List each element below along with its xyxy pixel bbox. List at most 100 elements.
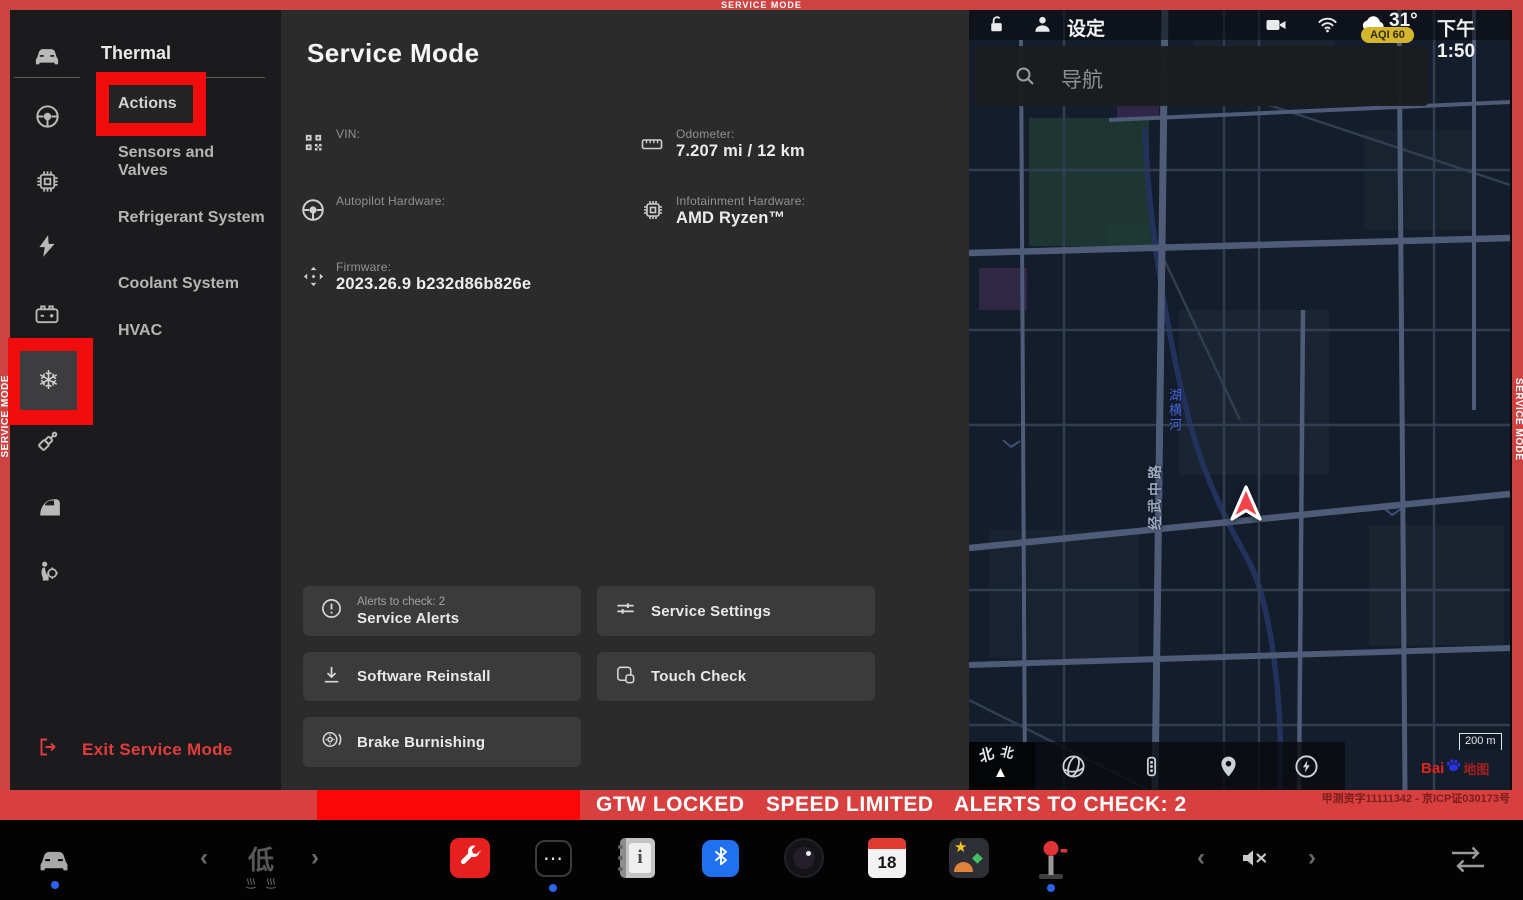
car-door-icon — [34, 493, 61, 525]
diamond-icon: ◆ — [972, 849, 983, 866]
sliders-icon — [614, 597, 637, 625]
alert-bar-highlight — [317, 790, 580, 820]
traffic-light-button[interactable] — [1113, 754, 1191, 779]
charging-stations-button[interactable] — [1268, 753, 1346, 780]
software-reinstall-button[interactable]: Software Reinstall — [303, 652, 581, 701]
page-title: Service Mode — [307, 38, 479, 69]
temperature-setting-low[interactable]: 低 — [248, 840, 274, 877]
wrench-icon — [458, 844, 482, 873]
map-pin-button[interactable] — [1190, 754, 1268, 779]
odometer-value: 7.207 mi / 12 km — [676, 142, 805, 161]
menu-item-sensors-valves[interactable]: Sensors and Valves — [118, 144, 268, 180]
temp-decrease-chevron[interactable]: ‹ — [200, 846, 208, 870]
taskbar-car-button[interactable] — [32, 842, 76, 876]
sidebar-item-high-voltage[interactable] — [10, 233, 84, 264]
volume-muted-button[interactable] — [1238, 844, 1272, 872]
menu-item-coolant-system[interactable]: Coolant System — [118, 275, 268, 293]
actions-highlight-box: Actions — [96, 72, 206, 136]
sidebar-item-thermal[interactable]: ❄ — [20, 351, 77, 410]
touch-check-button[interactable]: Touch Check — [597, 652, 875, 701]
bluetooth-icon — [710, 845, 732, 872]
exit-service-mode-button[interactable]: Exit Service Mode — [36, 735, 233, 764]
sidebar-item-closures[interactable] — [10, 493, 84, 525]
service-mode-screen: SERVICE MODE SERVICE MODE SERVICE MODE — [0, 0, 1523, 900]
compass-widget[interactable]: 北 北 ▲ — [969, 742, 1035, 790]
media-prev-chevron[interactable]: ‹ — [1197, 846, 1205, 870]
brake-burnishing-button[interactable]: Brake Burnishing — [303, 717, 581, 767]
street-label: 经武中路 — [1145, 462, 1165, 530]
autopilot-icon — [300, 197, 326, 228]
service-mode-right-strip: SERVICE MODE — [1512, 10, 1523, 790]
wifi-icon[interactable] — [1316, 13, 1339, 41]
exit-icon — [36, 735, 60, 764]
lightning-icon — [34, 233, 60, 264]
map-attribution: 甲测资字11111342 - 京ICP证030173号 — [1150, 790, 1510, 806]
front-defrost-icon — [244, 876, 258, 890]
baidu-map-text: 地图 — [1463, 759, 1489, 778]
bluetooth-app-button[interactable] — [702, 840, 739, 877]
taskbar: ‹ 低 › ⋯ i — [0, 820, 1523, 900]
map-panel[interactable]: 湖横河 经武中路 设定 31° 下午1:50 AQ — [969, 10, 1510, 790]
service-mode-top-banner: SERVICE MODE — [0, 0, 1523, 10]
alert-icon — [320, 597, 343, 625]
notebook-ring — [618, 867, 623, 871]
sidebar-item-airbag[interactable] — [10, 558, 84, 590]
menu-item-label: Actions — [109, 95, 193, 113]
route-swap-button[interactable] — [1445, 844, 1491, 876]
infotainment-icon — [641, 198, 665, 227]
calendar-day: 18 — [868, 849, 906, 876]
map-roads — [969, 10, 1510, 790]
rear-defrost-icon — [264, 876, 278, 890]
joystick-icon — [1033, 836, 1069, 882]
camera-lens-icon — [793, 847, 815, 869]
baidu-paw-icon — [1445, 757, 1462, 779]
settings-label[interactable]: 设定 — [1067, 14, 1105, 41]
map-status-bar: 设定 31° 下午1:50 — [969, 10, 1510, 40]
clock-time: 下午1:50 — [1437, 14, 1510, 63]
battery-icon — [33, 300, 61, 333]
service-settings-button[interactable]: Service Settings — [597, 586, 875, 636]
chip-icon — [34, 168, 61, 200]
calendar-app-button[interactable]: 18 — [868, 838, 906, 878]
manual-app-button[interactable]: i — [620, 838, 655, 878]
launcher-active-dot — [549, 884, 557, 892]
menu-item-hvac[interactable]: HVAC — [118, 322, 268, 340]
vin-label: VIN: — [336, 127, 360, 141]
arcade-app-button[interactable] — [1033, 836, 1069, 882]
service-app-button[interactable] — [450, 838, 490, 878]
sidebar-item-infotainment[interactable] — [10, 168, 84, 200]
notebook-ring — [618, 856, 623, 860]
media-next-chevron[interactable]: › — [1308, 846, 1316, 870]
firmware-value: 2023.26.9 b232d86b826e — [336, 275, 531, 294]
swap-arrows-icon — [1445, 844, 1491, 876]
gtw-locked-status: GTW LOCKED — [596, 793, 744, 817]
menu-item-refrigerant-system[interactable]: Refrigerant System — [118, 209, 268, 227]
driver-profile-icon[interactable] — [1031, 13, 1054, 41]
service-alerts-button[interactable]: Alerts to check: 2 Service Alerts — [303, 586, 581, 636]
river-label: 湖横河 — [1165, 388, 1184, 433]
touch-icon — [614, 663, 637, 691]
sidebar-item-vehicle[interactable] — [10, 41, 84, 74]
service-alerts-sublabel: Alerts to check: 2 — [357, 596, 459, 608]
shock-absorber-icon — [34, 428, 61, 460]
brake-disc-icon — [320, 728, 343, 756]
map-scale: 200 m — [1459, 733, 1502, 750]
lock-icon[interactable] — [985, 13, 1008, 41]
airbag-icon — [34, 558, 61, 590]
compass-north-label-2: 北 — [999, 741, 1016, 763]
download-icon — [320, 663, 343, 691]
theater-app-button[interactable]: ★ ◆ — [949, 838, 989, 878]
sidebar-item-battery[interactable] — [10, 300, 84, 333]
map-globe-button[interactable] — [1035, 753, 1113, 780]
sidebar-item-autopilot[interactable] — [10, 103, 84, 135]
menu-item-actions[interactable]: Actions — [109, 85, 193, 123]
temp-increase-chevron[interactable]: › — [311, 846, 319, 870]
dashcam-icon[interactable] — [1264, 13, 1288, 42]
brake-burnishing-label: Brake Burnishing — [357, 734, 485, 751]
sidebar-item-suspension[interactable] — [10, 428, 84, 460]
arcade-active-dot — [1047, 884, 1055, 892]
camera-app-button[interactable] — [784, 838, 824, 878]
nav-search-bar[interactable]: 导航 — [975, 46, 1428, 106]
app-launcher-button[interactable]: ⋯ — [535, 840, 572, 877]
vin-qr-icon — [302, 131, 325, 159]
